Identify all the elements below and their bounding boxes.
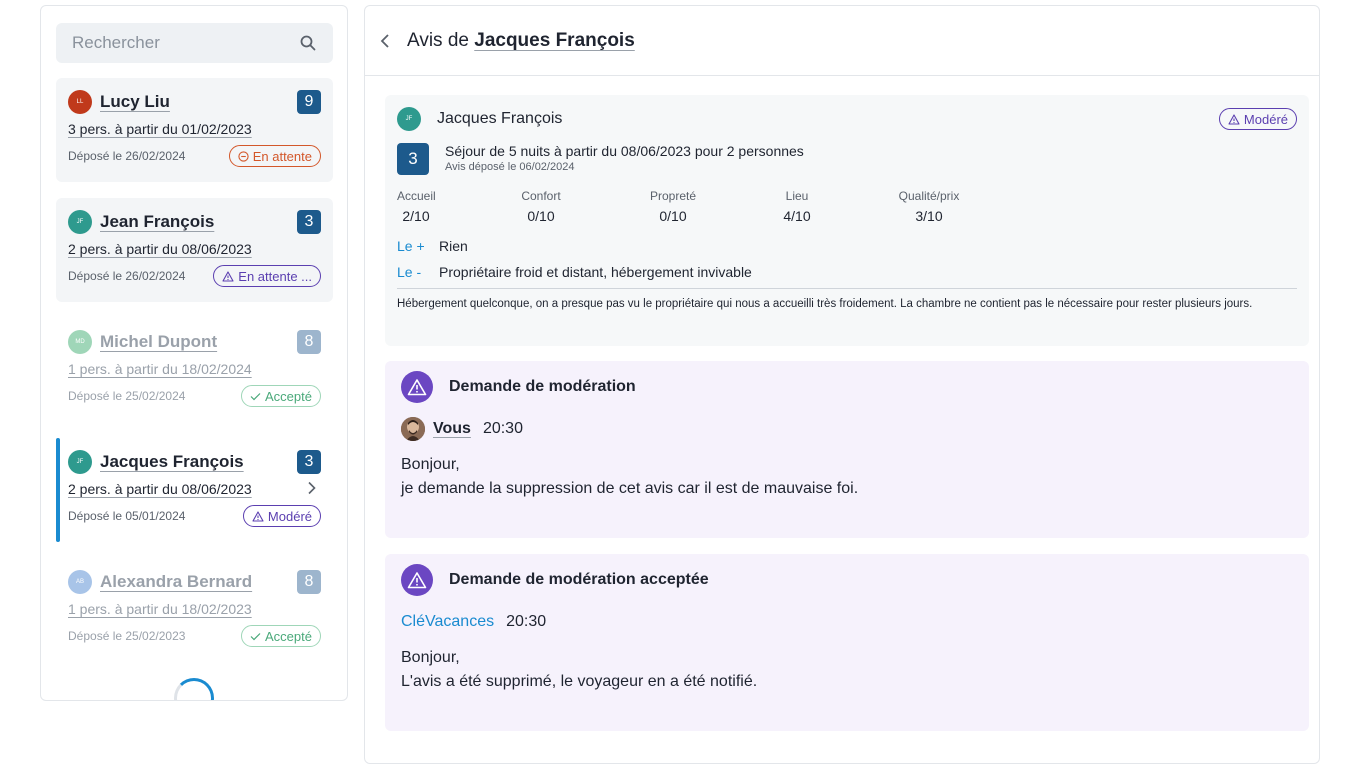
review-text: Hébergement quelconque, on a presque pas…: [397, 298, 1253, 310]
moderation-title: Demande de modération: [449, 378, 636, 395]
list-item[interactable]: MD Michel Dupont 8 1 pers. à partir du 1…: [56, 318, 333, 422]
search-input[interactable]: [72, 33, 272, 53]
list-item[interactable]: AB Alexandra Bernard 8 1 pers. à partir …: [56, 558, 333, 662]
avatar: JF: [68, 210, 92, 234]
stay-info: 2 pers. à partir du 08/06/2023: [68, 241, 252, 257]
avatar: JF: [397, 107, 421, 131]
warning-icon: [1228, 113, 1240, 125]
status-badge: Accepté: [241, 625, 321, 647]
submission-date: Déposé le 26/02/2024: [68, 269, 186, 283]
review-plus: Le + Rien: [397, 238, 468, 254]
moderation-title: Demande de modération acceptée: [449, 571, 709, 588]
back-arrow-icon[interactable]: [375, 31, 395, 51]
rating-proprete: Propreté 0/10: [649, 189, 697, 224]
review-count-badge: 9: [297, 90, 321, 114]
chevron-right-icon: [307, 481, 317, 498]
review-count-badge: 8: [297, 330, 321, 354]
search-icon[interactable]: [299, 34, 317, 52]
search-box[interactable]: [56, 23, 333, 63]
review-card: JF Jacques François Modéré 3 Séjour de 5…: [385, 95, 1309, 346]
stay-info: 1 pers. à partir du 18/02/2023: [68, 601, 252, 617]
reviewer-name[interactable]: Jean François: [100, 212, 214, 232]
message-body: Bonjour, L'avis a été supprimé, le voyag…: [401, 649, 758, 690]
rating-lieu: Lieu 4/10: [783, 189, 811, 224]
status-badge: En attente: [228, 145, 321, 167]
review-count-badge: 3: [297, 210, 321, 234]
reviewer-name[interactable]: Lucy Liu: [100, 92, 170, 112]
warning-icon: [222, 270, 234, 282]
check-icon: [250, 632, 261, 640]
status-badge: Accepté: [241, 385, 321, 407]
rating-confort: Confort 0/10: [521, 189, 561, 224]
brand-logo: CléVacances: [401, 613, 495, 630]
detail-header: Avis de Jacques François: [365, 6, 1319, 76]
page-title: Avis de Jacques François: [407, 29, 635, 51]
list-item[interactable]: LL Lucy Liu 9 3 pers. à partir du 01/02/…: [56, 78, 333, 182]
review-count-badge: 8: [297, 570, 321, 594]
stay-info: 3 pers. à partir du 01/02/2023: [68, 121, 252, 137]
message-time: 20:30: [506, 613, 547, 630]
user-photo: [401, 417, 425, 441]
title-reviewer-link[interactable]: Jacques François: [474, 30, 635, 51]
warning-icon: [401, 371, 433, 403]
reviewer-name[interactable]: Jacques François: [100, 452, 244, 472]
message-body: Bonjour, je demande la suppression de ce…: [401, 456, 859, 497]
rating-qualite-prix: Qualité/prix 3/10: [898, 189, 960, 224]
ratings: Accueil 2/10 Confort 0/10 Propreté 0/10 …: [397, 189, 1297, 224]
moderation-request-card: Demande de modération Vous 20:30 Bonjour…: [385, 361, 1309, 538]
check-icon: [250, 392, 261, 400]
divider: [397, 288, 1297, 289]
avatar: JF: [68, 450, 92, 474]
loading-spinner: [174, 678, 214, 700]
author-link[interactable]: Vous: [433, 420, 471, 438]
moderation-accepted-card: Demande de modération acceptée CléVacanc…: [385, 554, 1309, 731]
stay-info: 2 pers. à partir du 08/06/2023: [68, 479, 321, 499]
warning-icon: [401, 564, 433, 596]
review-author: Jacques François: [437, 110, 563, 127]
stay-info: 1 pers. à partir du 18/02/2024: [68, 361, 252, 377]
stay-count-badge: 3: [397, 143, 429, 175]
review-list-panel: LL Lucy Liu 9 3 pers. à partir du 01/02/…: [40, 5, 348, 701]
list-item[interactable]: JF Jean François 3 2 pers. à partir du 0…: [56, 198, 333, 302]
review-count-badge: 3: [297, 450, 321, 474]
avatar: MD: [68, 330, 92, 354]
reviewer-name[interactable]: Alexandra Bernard: [100, 572, 252, 592]
minus-circle-icon: [238, 150, 249, 162]
status-badge: Modéré: [242, 505, 321, 527]
stay-description: Séjour de 5 nuits à partir du 08/06/2023…: [445, 143, 804, 159]
review-minus: Le - Propriétaire froid et distant, hébe…: [397, 264, 752, 280]
submission-date: Déposé le 25/02/2024: [68, 389, 186, 403]
submission-date: Déposé le 25/02/2023: [68, 629, 186, 643]
status-badge: Modéré: [1218, 108, 1297, 130]
warning-icon: [252, 510, 264, 522]
avatar: LL: [68, 90, 92, 114]
review-date: Avis déposé le 06/02/2024: [445, 161, 575, 173]
message-time: 20:30: [482, 420, 523, 437]
rating-accueil: Accueil 2/10: [397, 189, 436, 224]
submission-date: Déposé le 05/01/2024: [68, 509, 186, 523]
submission-date: Déposé le 26/02/2024: [68, 149, 186, 163]
status-badge: En attente ...: [213, 265, 321, 287]
list-item-selected[interactable]: JF Jacques François 3 2 pers. à partir d…: [56, 438, 333, 542]
reviewer-name[interactable]: Michel Dupont: [100, 332, 217, 352]
avatar: AB: [68, 570, 92, 594]
review-detail-panel: Avis de Jacques François JF Jacques Fran…: [364, 5, 1320, 764]
